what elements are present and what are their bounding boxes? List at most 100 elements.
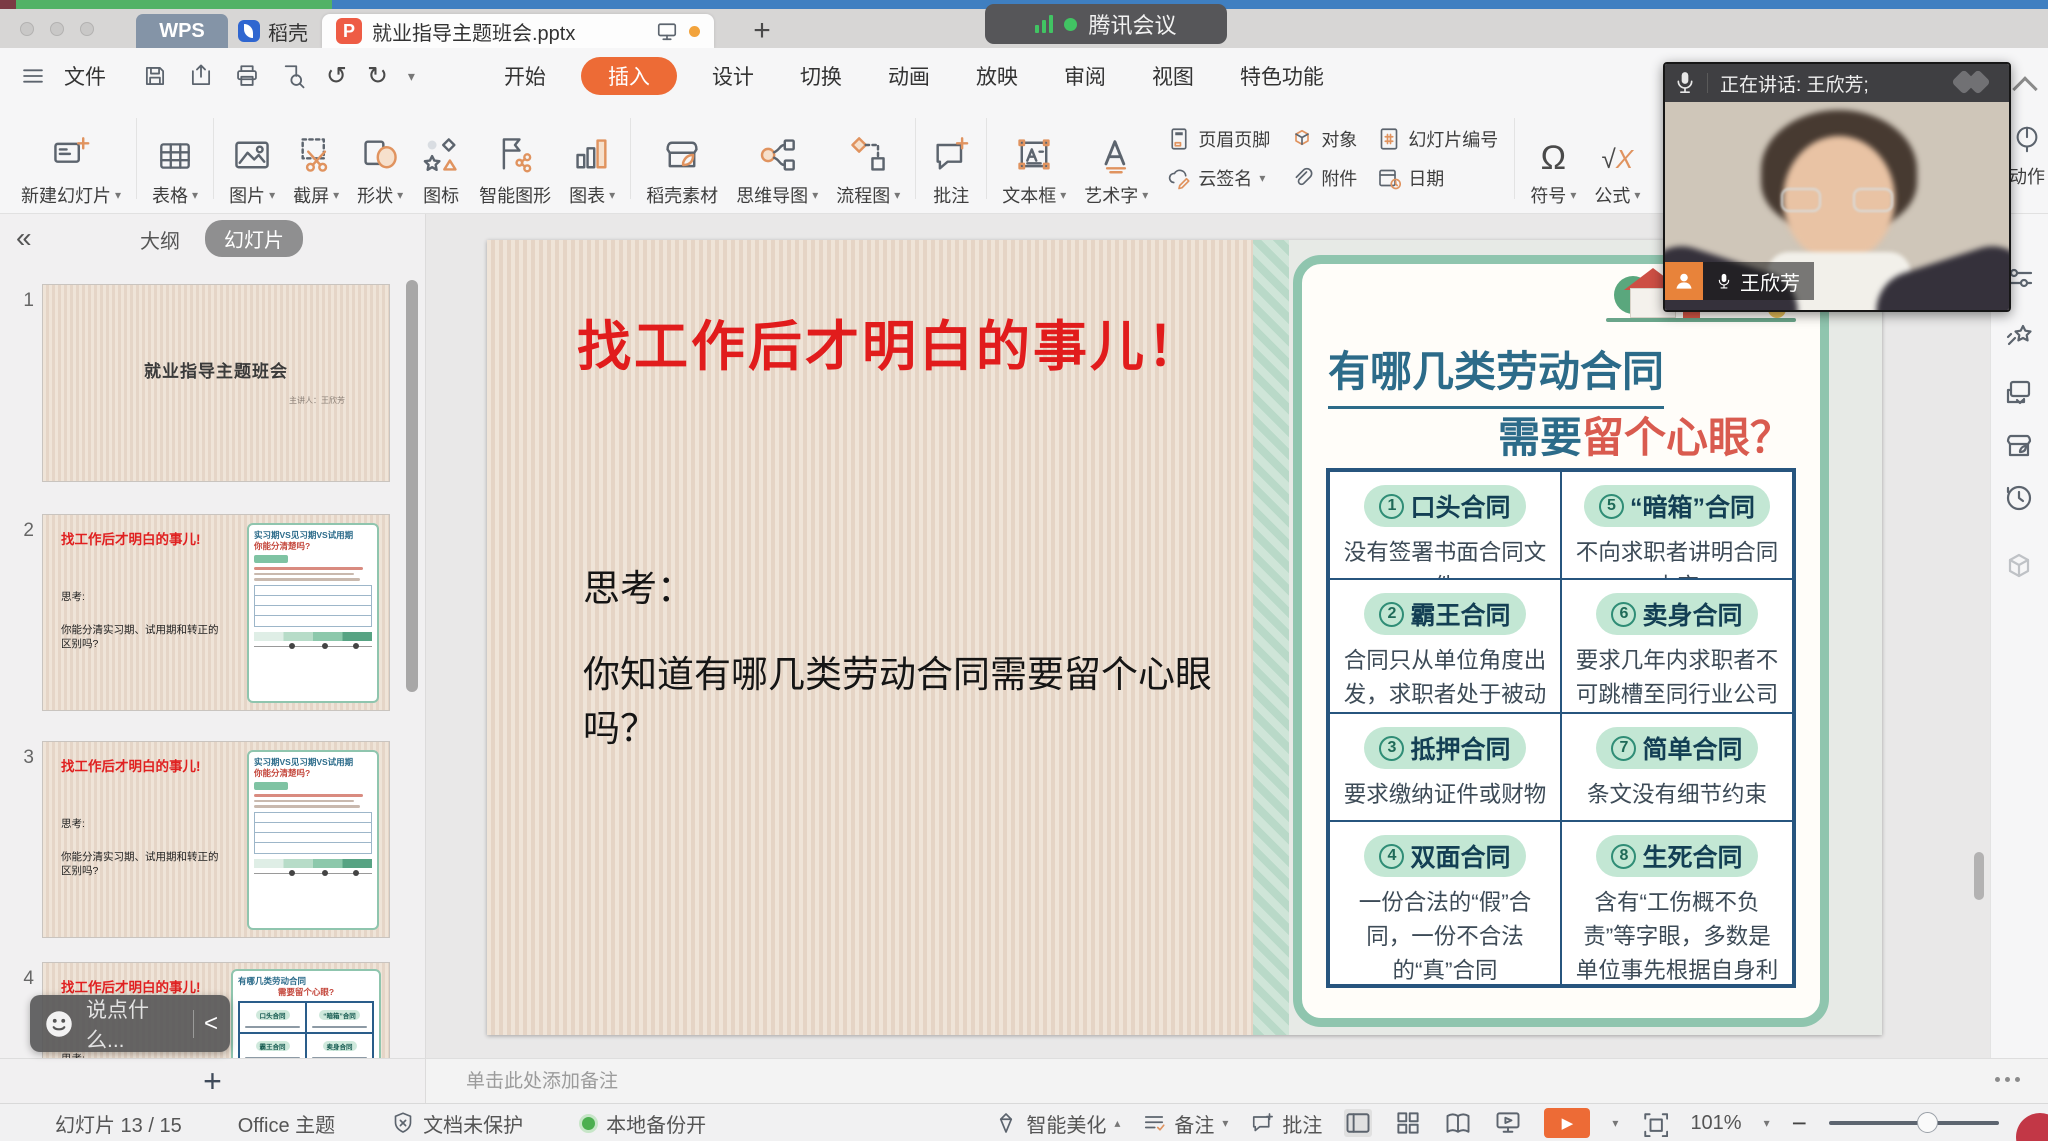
signal-bars-icon — [1035, 15, 1053, 33]
docer-tab[interactable]: 稻壳 — [238, 14, 308, 48]
share-screen-icon[interactable] — [655, 19, 679, 43]
flowchart-button[interactable]: 流程图▾ — [827, 104, 909, 213]
shapes-button[interactable]: 形状▾ — [348, 104, 412, 213]
theme-name[interactable]: Office 主题 — [238, 1109, 335, 1138]
history-clock-icon[interactable] — [2003, 482, 2035, 514]
ribbon-label: 日期 — [1408, 165, 1444, 191]
collapse-chat-icon[interactable]: < — [204, 1010, 218, 1038]
meeting-video-panel[interactable]: 正在讲话: 王欣芳; 王欣芳 — [1663, 62, 2011, 312]
more-options-icon[interactable] — [1995, 1077, 2020, 1082]
docer-material-button[interactable]: 稻壳素材 — [637, 104, 727, 213]
slide-title[interactable]: 找工作后才明白的事儿！ — [577, 302, 1204, 381]
chart-button[interactable]: 图表▾ — [560, 104, 624, 213]
zoom-slider-knob[interactable] — [1917, 1112, 1938, 1133]
header-footer-button[interactable]: 页眉页脚 — [1167, 126, 1270, 152]
zoom-caret-icon[interactable]: ▾ — [1764, 1116, 1770, 1130]
tab-slideshow[interactable]: 放映 — [953, 48, 1041, 104]
tab-transition[interactable]: 切换 — [777, 48, 865, 104]
tab-design[interactable]: 设计 — [689, 48, 777, 104]
resource-box-icon[interactable] — [2003, 550, 2035, 582]
slideshow-setup-icon[interactable] — [1494, 1109, 1522, 1137]
docer-shop-icon[interactable] — [2003, 430, 2035, 462]
protect-status[interactable]: 文档未保护 — [391, 1109, 523, 1138]
collapse-sidebar-icon[interactable]: « — [16, 222, 32, 254]
cell-desc: 不向求职者讲明合同内容 — [1562, 536, 1792, 579]
mindmap-button[interactable]: 思维导图▾ — [727, 104, 827, 213]
slide-think-label[interactable]: 思考： — [583, 558, 694, 612]
new-tab-button[interactable]: + — [742, 11, 782, 51]
cloud-sign-button[interactable]: 云签名▾ — [1167, 165, 1270, 191]
quick-access-caret-icon[interactable]: ▾ — [408, 69, 415, 83]
table-button[interactable]: 表格▾ — [143, 104, 207, 213]
meeting-chat-pill[interactable]: 说点什么... < — [30, 995, 230, 1052]
window-close-button[interactable] — [20, 22, 34, 36]
icons-button[interactable]: 图标 — [412, 104, 470, 213]
play-options-caret-icon[interactable]: ▾ — [1612, 1116, 1618, 1130]
backup-status[interactable]: 本地备份开 — [579, 1109, 706, 1138]
tab-insert[interactable]: 插入 — [581, 57, 677, 95]
file-menu[interactable]: 文件 — [64, 61, 106, 91]
outline-tab[interactable]: 大纲 — [140, 225, 180, 254]
symbol-button[interactable]: Ω 符号▾ — [1521, 104, 1585, 213]
title-part-teal: 需要 — [1498, 414, 1582, 471]
comment-toggle-button[interactable]: 批注 — [1250, 1109, 1322, 1138]
notes-placeholder[interactable]: 单击此处添加备注 — [466, 1059, 618, 1104]
tab-animation[interactable]: 动画 — [865, 48, 953, 104]
print-preview-icon[interactable] — [280, 63, 306, 89]
tab-view[interactable]: 视图 — [1129, 48, 1217, 104]
formula-button[interactable]: √X 公式▾ — [1585, 104, 1649, 213]
normal-view-icon[interactable] — [1344, 1109, 1372, 1137]
tencent-meeting-pill[interactable]: 腾讯会议 — [985, 4, 1227, 44]
slides-tab-active[interactable]: 幻灯片 — [205, 220, 303, 257]
print-icon[interactable] — [234, 63, 260, 89]
reading-view-icon[interactable] — [1444, 1109, 1472, 1137]
duplicate-icon[interactable] — [2003, 376, 2035, 408]
emoji-icon[interactable] — [42, 1007, 76, 1041]
slide-thumbnail-2[interactable]: 找工作后才明白的事儿! 思考: 你能分清实习期、试用期和转正的区别吗? 实习期V… — [42, 514, 390, 711]
zoom-out-button[interactable]: − — [1792, 1110, 1807, 1136]
slide-number-button[interactable]: 幻灯片编号 — [1377, 126, 1498, 152]
screenshot-button[interactable]: 截屏▾ — [284, 104, 348, 213]
new-slide-button[interactable]: 新建幻灯片▾ — [12, 104, 130, 213]
date-button[interactable]: 日期 — [1377, 165, 1498, 191]
main-scrollbar[interactable] — [1974, 852, 1984, 900]
cell-number: 1 — [1379, 494, 1404, 519]
beautify-star-icon[interactable] — [2003, 320, 2035, 352]
window-minimize-button[interactable] — [50, 22, 64, 36]
export-icon[interactable] — [188, 63, 214, 89]
play-slideshow-button[interactable]: ▶ — [1544, 1108, 1590, 1138]
smart-graphic-button[interactable]: 智能图形 — [470, 104, 560, 213]
zoom-percentage[interactable]: 101% — [1690, 1112, 1741, 1135]
hamburger-menu-icon[interactable] — [20, 63, 46, 89]
undo-icon[interactable]: ↺ — [326, 64, 347, 89]
attachment-button[interactable]: 附件 — [1290, 165, 1357, 191]
slide-thumbnail-3[interactable]: 找工作后才明白的事儿! 思考: 你能分清实习期、试用期和转正的区别吗? 实习期V… — [42, 741, 390, 938]
wordart-button[interactable]: 艺术字▾ — [1075, 104, 1157, 213]
document-tab[interactable]: P 就业指导主题班会.pptx — [322, 14, 714, 48]
textbox-button[interactable]: 文本框▾ — [993, 104, 1075, 213]
sidebar-scrollbar[interactable] — [406, 280, 418, 692]
slide-thumbnail-1[interactable]: 就业指导主题班会 主讲人：王欣芳 — [42, 284, 390, 482]
zoom-slider[interactable] — [1829, 1121, 1999, 1125]
window-zoom-button[interactable] — [80, 22, 94, 36]
chat-input-placeholder[interactable]: 说点什么... — [86, 994, 183, 1054]
object-button[interactable]: 对象 — [1290, 126, 1357, 152]
smart-beautify-button[interactable]: 智能美化▴ — [994, 1109, 1120, 1138]
slide-sorter-view-icon[interactable] — [1394, 1109, 1422, 1137]
fit-slide-icon[interactable] — [1640, 1109, 1668, 1137]
redo-icon[interactable]: ↻ — [367, 64, 388, 89]
save-icon[interactable] — [142, 63, 168, 89]
cell-name: 简单合同 — [1642, 730, 1742, 766]
tab-review[interactable]: 审阅 — [1041, 48, 1129, 104]
picture-button[interactable]: 图片▾ — [220, 104, 284, 213]
tab-special-features[interactable]: 特色功能 — [1217, 48, 1347, 104]
action-button[interactable]: 动作 — [2006, 124, 2048, 189]
wps-home-tab[interactable]: WPS — [136, 14, 228, 48]
slide-canvas[interactable]: 找工作后才明白的事儿！ 思考： 你知道有哪几类劳动合同需要留个心眼吗？ 有哪几类 — [487, 240, 1882, 1035]
tab-home[interactable]: 开始 — [481, 48, 569, 104]
contract-infographic-card[interactable]: 有哪几类劳动合同 需要留个心眼？ 1口头合同 没有签署书面合同文件 5“暗箱”合… — [1293, 255, 1829, 1027]
slide-question-text[interactable]: 你知道有哪几类劳动合同需要留个心眼吗？ — [583, 648, 1243, 755]
notes-toggle-button[interactable]: 备注▾ — [1142, 1109, 1228, 1138]
comment-button[interactable]: 批注 — [922, 104, 980, 213]
add-slide-button[interactable]: + — [203, 1065, 222, 1097]
